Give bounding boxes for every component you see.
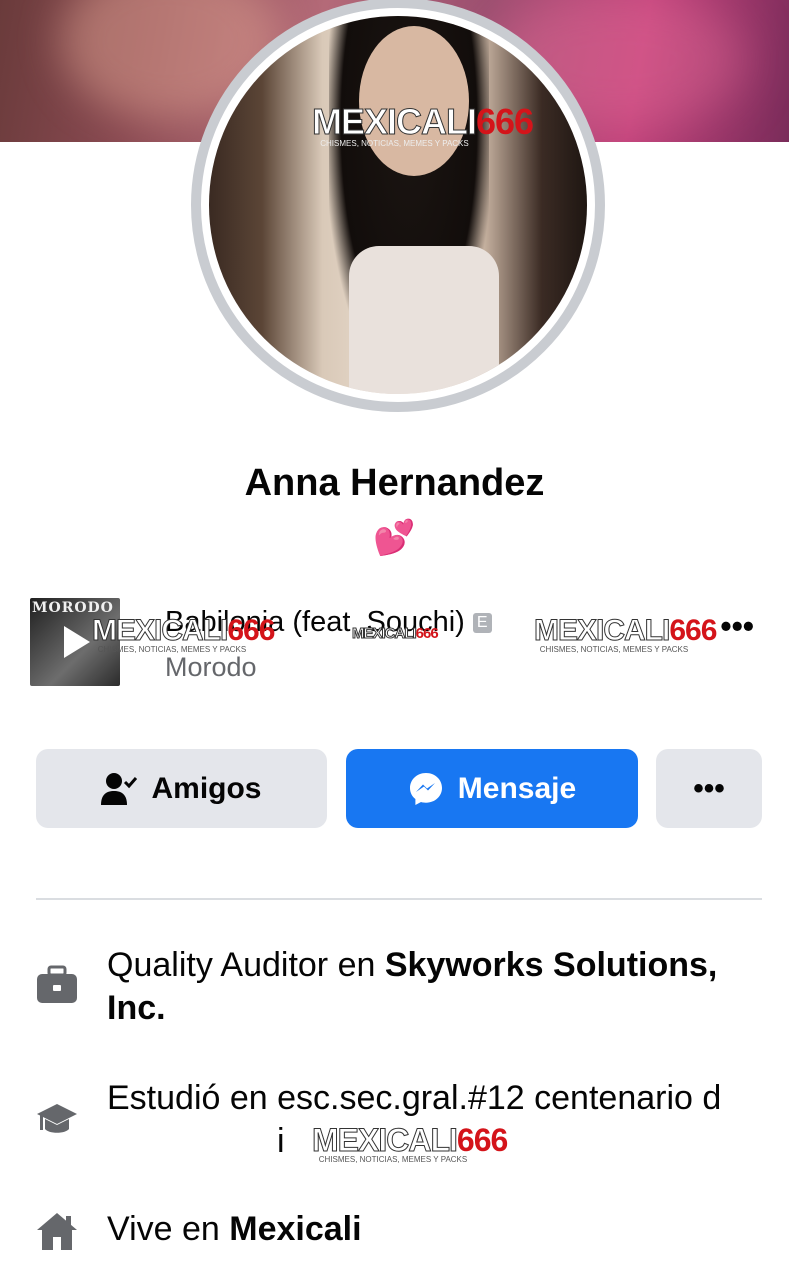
- explicit-badge: E: [472, 613, 492, 634]
- education-text-tail: i: [277, 1122, 285, 1160]
- messenger-icon: [408, 771, 444, 807]
- hometown-prefix: Vive en: [107, 1210, 230, 1248]
- briefcase-icon: [34, 962, 80, 1008]
- watermark-avatar: MEXICALI666 CHISMES, NOTICIAS, MEMES Y P…: [311, 101, 534, 148]
- song-artist: Morodo: [165, 652, 257, 682]
- profile-picture[interactable]: [209, 16, 587, 394]
- watermark-music-center: MEXICALI666: [352, 625, 439, 642]
- person-check-icon: [101, 772, 138, 806]
- message-button[interactable]: Mensaje: [346, 749, 638, 828]
- profile-name: Anna Hernandez: [244, 462, 545, 504]
- friends-button[interactable]: Amigos: [36, 749, 327, 828]
- watermark-education: MEXICALI666 CHISMES, NOTICIAS, MEMES Y P…: [312, 1122, 509, 1164]
- graduation-cap-icon: [34, 1097, 80, 1143]
- friends-button-label: Amigos: [151, 771, 262, 805]
- section-divider: [36, 898, 762, 900]
- profile-bio: 💕: [373, 519, 416, 557]
- hometown-city-link[interactable]: Mexicali: [229, 1210, 361, 1248]
- watermark-music-left: MEXICALI666 CHISMES, NOTICIAS, MEMES Y P…: [91, 614, 275, 654]
- message-button-label: Mensaje: [457, 771, 577, 805]
- avatar-shirt: [349, 246, 499, 394]
- watermark-music-right: MEXICALI666 CHISMES, NOTICIAS, MEMES Y P…: [533, 614, 717, 654]
- house-icon: [34, 1208, 80, 1254]
- education-text: Estudió en esc.sec.gral.#12 centenario d: [107, 1079, 722, 1117]
- play-icon[interactable]: [64, 626, 90, 658]
- work-title: Quality Auditor en: [107, 946, 385, 984]
- more-options-button[interactable]: •••: [656, 749, 762, 828]
- music-more-button[interactable]: •••: [720, 608, 754, 645]
